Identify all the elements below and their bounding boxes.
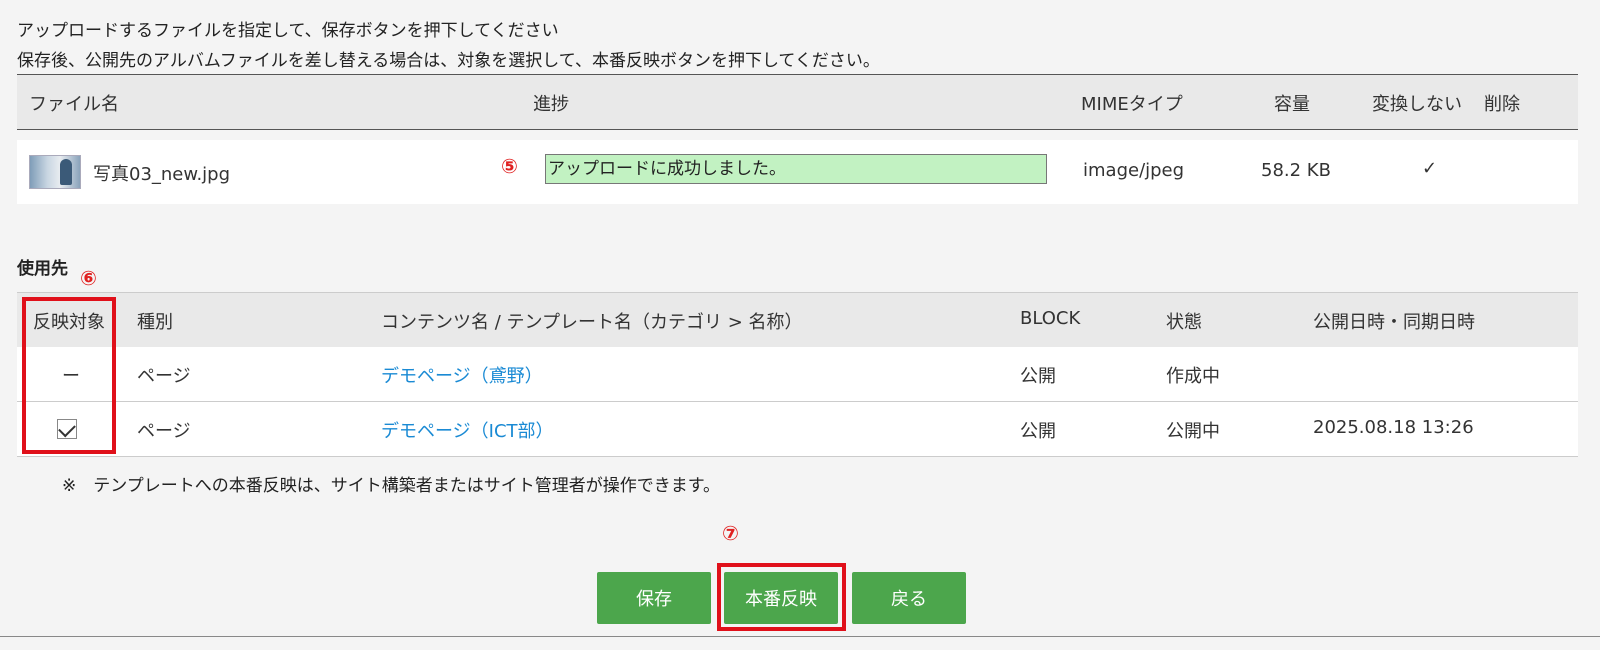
header-no-convert: 変換しない — [1372, 94, 1462, 115]
header-block: BLOCK — [1020, 308, 1081, 329]
header-content-name: コンテンツ名 / テンプレート名（カテゴリ > 名称） — [381, 312, 803, 333]
header-mime: MIMEタイプ — [1081, 94, 1183, 115]
file-size: 58.2 KB — [1261, 160, 1331, 181]
header-delete: 削除 — [1484, 94, 1520, 115]
usage-section-title: 使用先 — [17, 259, 68, 279]
header-date: 公開日時・同期日時 — [1313, 312, 1475, 333]
row-status: 作成中 — [1166, 366, 1220, 387]
row-date: 2025.08.18 13:26 — [1313, 417, 1474, 438]
save-button[interactable]: 保存 — [597, 572, 711, 624]
content-link[interactable]: デモページ（ICT部） — [381, 417, 554, 443]
row-block: 公開 — [1020, 366, 1056, 387]
header-progress: 進捗 — [533, 94, 569, 115]
usage-table-header: 反映対象 種別 コンテンツ名 / テンプレート名（カテゴリ > 名称） BLOC… — [17, 292, 1578, 348]
template-note: ※ テンプレートへの本番反映は、サイト構築者またはサイト管理者が操作できます。 — [62, 476, 721, 496]
usage-row: ー ページ デモページ（鳶野） 公開 作成中 — [17, 347, 1578, 402]
header-filename: ファイル名 — [29, 94, 119, 115]
file-thumbnail — [29, 155, 81, 189]
file-mime: image/jpeg — [1083, 160, 1185, 181]
reflect-target-checkbox[interactable] — [57, 419, 77, 439]
upload-file-row: 写真03_new.jpg ⑤ アップロードに成功しました。 image/jpeg… — [17, 140, 1578, 204]
row-type: ページ — [137, 421, 191, 442]
content-link[interactable]: デモページ（鳶野） — [381, 362, 543, 388]
step-6-marker: ⑥ — [80, 266, 97, 290]
instruction-line-1: アップロードするファイルを指定して、保存ボタンを押下してください — [17, 21, 559, 41]
header-size: 容量 — [1274, 94, 1310, 115]
target-unavailable-mark: ー — [62, 366, 80, 387]
instruction-line-2: 保存後、公開先のアルバムファイルを差し替える場合は、対象を選択して、本番反映ボタ… — [17, 51, 880, 71]
row-status: 公開中 — [1166, 421, 1220, 442]
step-7-marker: ⑦ — [722, 521, 739, 545]
row-block: 公開 — [1020, 421, 1056, 442]
header-type: 種別 — [137, 312, 173, 333]
usage-row: ページ デモページ（ICT部） 公開 公開中 2025.08.18 13:26 — [17, 402, 1578, 457]
no-convert-check-icon: ✓ — [1422, 158, 1438, 179]
back-button[interactable]: 戻る — [852, 572, 966, 624]
upload-table-header: ファイル名 進捗 MIMEタイプ 容量 変換しない 削除 — [17, 74, 1578, 130]
row-type: ページ — [137, 366, 191, 387]
file-name: 写真03_new.jpg — [93, 164, 231, 185]
header-status: 状態 — [1166, 312, 1202, 333]
publish-button[interactable]: 本番反映 — [724, 572, 838, 624]
bottom-divider — [0, 636, 1600, 637]
step-5-marker: ⑤ — [501, 154, 518, 178]
header-target: 反映対象 — [33, 312, 105, 333]
upload-progress-bar: アップロードに成功しました。 — [545, 154, 1047, 184]
